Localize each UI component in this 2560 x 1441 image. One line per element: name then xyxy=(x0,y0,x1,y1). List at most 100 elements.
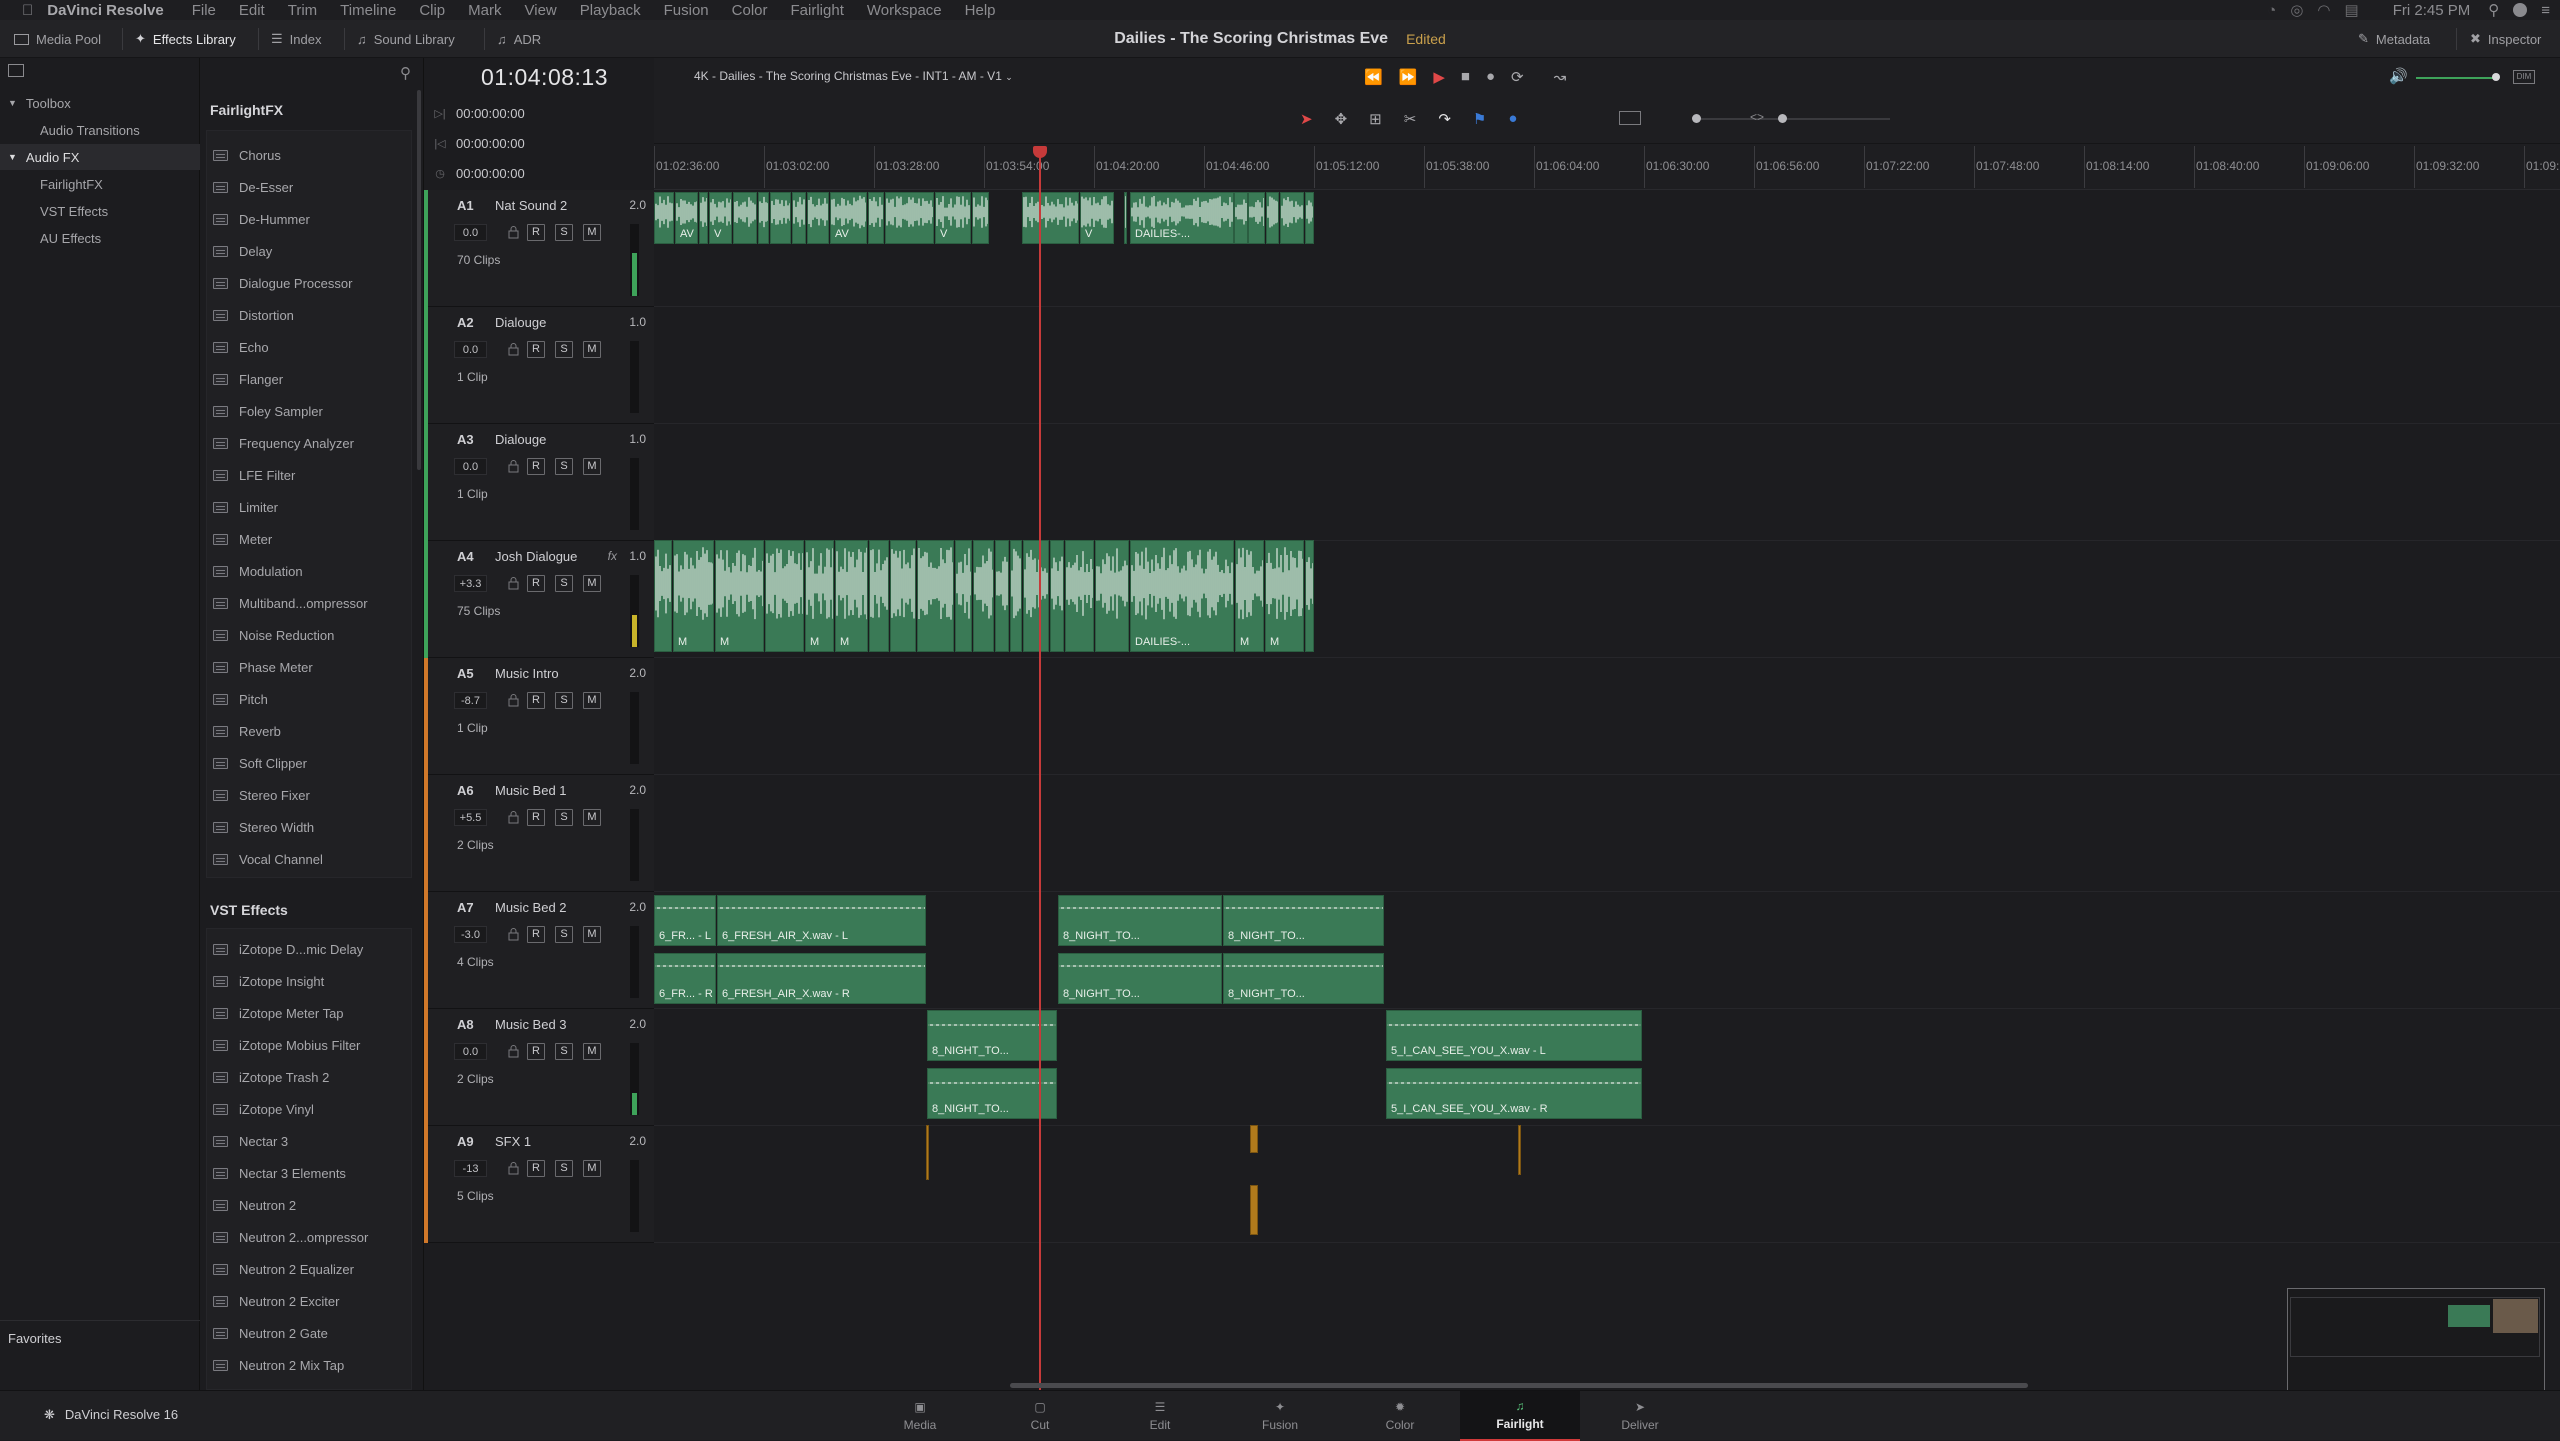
vst-item[interactable]: Neutron 2 Gate xyxy=(213,1317,409,1349)
fx-item[interactable]: Noise Reduction xyxy=(213,619,409,651)
mute-button[interactable]: M xyxy=(583,458,601,475)
dialogue-clip[interactable] xyxy=(869,540,889,652)
record-arm-button[interactable]: R xyxy=(527,458,545,475)
track-volume[interactable]: -13 xyxy=(454,1160,487,1177)
nat-sound-clip[interactable] xyxy=(972,192,989,244)
vst-item[interactable]: iZotope Meter Tap xyxy=(213,997,409,1029)
record-arm-button[interactable]: R xyxy=(527,692,545,709)
menu-file[interactable]: File xyxy=(192,2,216,19)
vst-item[interactable]: iZotope Mobius Filter xyxy=(213,1029,409,1061)
nat-sound-clip[interactable]: AV xyxy=(675,192,698,244)
dialogue-clip[interactable]: M xyxy=(1265,540,1304,652)
music-clip-right[interactable]: 6_FRESH_AIR_X.wav - R xyxy=(717,953,926,1004)
solo-button[interactable]: S xyxy=(555,341,573,358)
fx-item[interactable]: Echo xyxy=(213,331,409,363)
page-deliver[interactable]: ➤ Deliver xyxy=(1580,1391,1700,1441)
nat-sound-clip[interactable] xyxy=(1234,192,1248,244)
sfx-clip[interactable] xyxy=(1518,1125,1521,1175)
nat-sound-clip[interactable]: DAILIES-... xyxy=(1130,192,1234,244)
vst-item[interactable]: Neutron 2 xyxy=(213,1189,409,1221)
menu-mark[interactable]: Mark xyxy=(468,2,501,19)
vst-item[interactable]: Neutron 2 Exciter xyxy=(213,1285,409,1317)
dialogue-clip[interactable]: DAILIES-... xyxy=(1130,540,1234,652)
fx-item[interactable]: Stereo Width xyxy=(213,811,409,843)
tc-duration[interactable]: ◷ 00:00:00:00 xyxy=(424,158,654,188)
sfx-clip[interactable] xyxy=(1250,1185,1258,1235)
page-fusion[interactable]: ✦ Fusion xyxy=(1220,1391,1340,1441)
track-volume[interactable]: 0.0 xyxy=(454,224,487,241)
fx-item[interactable]: Reverb xyxy=(213,715,409,747)
playhead[interactable] xyxy=(1039,150,1041,1390)
nat-sound-clip[interactable] xyxy=(770,192,791,244)
fx-item[interactable]: Dialogue Processor xyxy=(213,267,409,299)
record-arm-button[interactable]: R xyxy=(527,575,545,592)
dialogue-clip[interactable]: M xyxy=(1235,540,1264,652)
fx-item[interactable]: Delay xyxy=(213,235,409,267)
fx-item[interactable]: Stereo Fixer xyxy=(213,779,409,811)
track-header[interactable]: A2 Dialouge 1.0 0.0 R S M 1 Clip xyxy=(424,307,654,424)
lock-icon[interactable] xyxy=(508,694,519,707)
nat-sound-clip[interactable] xyxy=(792,192,806,244)
sfx-clip[interactable] xyxy=(1250,1125,1258,1153)
favorites-header[interactable]: Favorites xyxy=(8,1331,61,1346)
dialogue-clip[interactable] xyxy=(973,540,994,652)
lock-icon[interactable] xyxy=(508,1045,519,1058)
track-name[interactable]: Dialouge xyxy=(495,432,546,447)
fx-item[interactable]: Phase Meter xyxy=(213,651,409,683)
sfx-clip[interactable] xyxy=(926,1125,929,1180)
solo-button[interactable]: S xyxy=(555,224,573,241)
fx-item[interactable]: Flanger xyxy=(213,363,409,395)
nat-sound-clip[interactable] xyxy=(1022,192,1079,244)
solo-button[interactable]: S xyxy=(555,1043,573,1060)
fx-scrollbar[interactable] xyxy=(417,90,421,470)
track-header[interactable]: A5 Music Intro 2.0 -8.7 R S M 1 Clip xyxy=(424,658,654,775)
tree-au-effects[interactable]: AU Effects xyxy=(0,225,200,251)
lock-icon[interactable] xyxy=(508,226,519,239)
dialogue-clip[interactable]: M xyxy=(835,540,868,652)
fx-item[interactable]: Distortion xyxy=(213,299,409,331)
solo-button[interactable]: S xyxy=(555,692,573,709)
nat-sound-clip[interactable] xyxy=(1124,192,1127,244)
menu-app-name[interactable]: DaVinci Resolve xyxy=(47,2,163,19)
vst-item[interactable]: Nectar 3 Elements xyxy=(213,1157,409,1189)
track-name[interactable]: SFX 1 xyxy=(495,1134,531,1149)
mute-button[interactable]: M xyxy=(583,1043,601,1060)
track-name[interactable]: Josh Dialogue xyxy=(495,549,577,564)
fx-item[interactable]: Multiband...ompressor xyxy=(213,587,409,619)
dialogue-clip[interactable] xyxy=(1010,540,1022,652)
sound-library-button[interactable]: ♫ Sound Library xyxy=(357,20,455,58)
fx-item[interactable]: Limiter xyxy=(213,491,409,523)
dialogue-clip[interactable] xyxy=(890,540,916,652)
lock-icon[interactable] xyxy=(508,928,519,941)
mute-button[interactable]: M xyxy=(583,926,601,943)
fx-item[interactable]: LFE Filter xyxy=(213,459,409,491)
fx-item[interactable]: Chorus xyxy=(213,139,409,171)
tc-out[interactable]: |◁ 00:00:00:00 xyxy=(424,128,654,158)
track-volume[interactable]: +5.5 xyxy=(454,809,487,826)
dialogue-clip[interactable] xyxy=(765,540,804,652)
track-header[interactable]: A9 SFX 1 2.0 -13 R S M 5 Clips xyxy=(424,1126,654,1243)
music-clip-left[interactable]: 5_I_CAN_SEE_YOU_X.wav - L xyxy=(1386,1010,1642,1061)
music-clip-left[interactable]: 8_NIGHT_TO... xyxy=(1223,895,1384,946)
nat-sound-clip[interactable] xyxy=(807,192,829,244)
dialogue-clip[interactable]: M xyxy=(805,540,834,652)
track-name[interactable]: Nat Sound 2 xyxy=(495,198,567,213)
dialogue-clip[interactable] xyxy=(1305,540,1314,652)
panel-toggle-icon[interactable] xyxy=(8,64,24,77)
music-clip-right[interactable]: 5_I_CAN_SEE_YOU_X.wav - R xyxy=(1386,1068,1642,1119)
solo-button[interactable]: S xyxy=(555,575,573,592)
record-arm-button[interactable]: R xyxy=(527,809,545,826)
vst-item[interactable]: iZotope Insight xyxy=(213,965,409,997)
nat-sound-clip[interactable] xyxy=(1305,192,1314,244)
track-volume[interactable]: -8.7 xyxy=(454,692,487,709)
index-button[interactable]: ☰ Index xyxy=(271,20,321,58)
nat-sound-clip[interactable] xyxy=(699,192,708,244)
track-volume[interactable]: 0.0 xyxy=(454,458,487,475)
menu-playback[interactable]: Playback xyxy=(580,2,641,19)
record-arm-button[interactable]: R xyxy=(527,224,545,241)
vst-item[interactable]: Neutron 2 Equalizer xyxy=(213,1253,409,1285)
adr-button[interactable]: ♫ ADR xyxy=(497,20,541,58)
fx-item[interactable]: Pitch xyxy=(213,683,409,715)
nat-sound-clip[interactable]: AV xyxy=(830,192,867,244)
tree-vst-effects[interactable]: VST Effects xyxy=(0,198,200,224)
